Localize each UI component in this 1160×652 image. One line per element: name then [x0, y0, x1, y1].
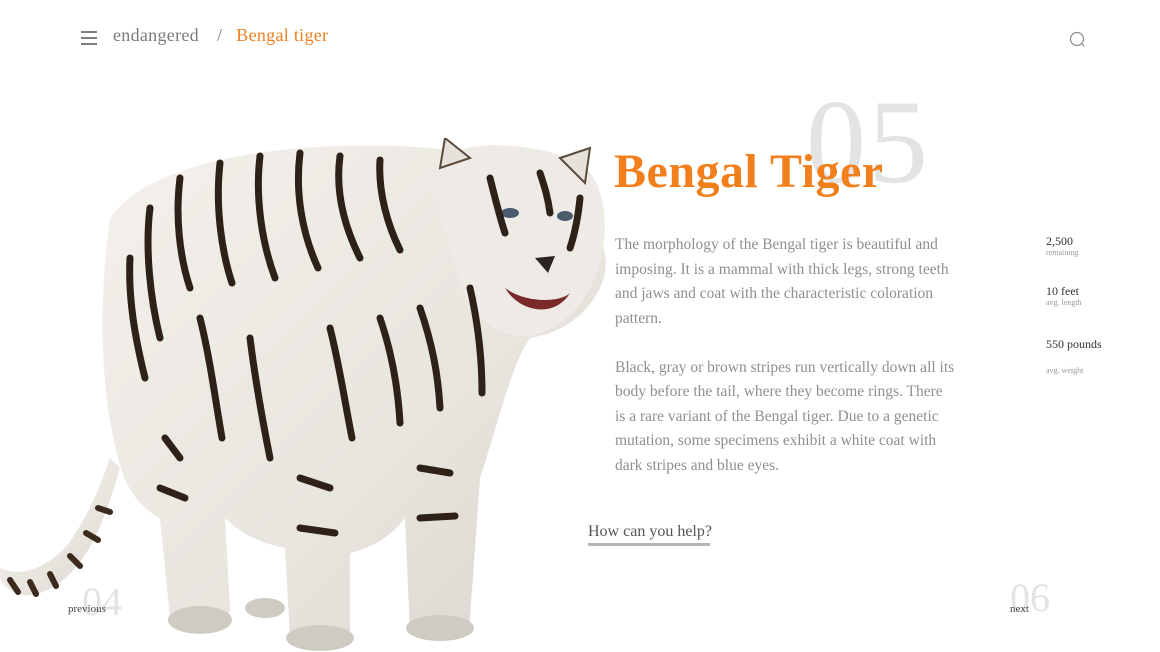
stat-label: avg. length: [1046, 298, 1082, 307]
stat-remaining: 2,500 remaining: [1046, 234, 1078, 257]
stat-label: avg. weight: [1046, 366, 1084, 375]
page-title: Bengal Tiger: [614, 145, 884, 198]
search-icon[interactable]: [1068, 30, 1086, 48]
stat-value: 550 pounds: [1046, 337, 1102, 351]
how-can-you-help-link[interactable]: How can you help?: [588, 523, 712, 543]
stat-length: 10 feet avg. length: [1046, 284, 1082, 307]
hamburger-menu-icon[interactable]: [81, 29, 98, 46]
breadcrumb-parent-link[interactable]: endangered: [113, 25, 199, 45]
next-link[interactable]: next: [1010, 603, 1029, 615]
breadcrumb-separator: /: [216, 25, 223, 45]
description: The morphology of the Bengal tiger is be…: [615, 233, 955, 478]
stat-value: 10 feet: [1046, 284, 1079, 298]
stat-value: 2,500: [1046, 234, 1073, 248]
breadcrumb-current: Bengal tiger: [236, 25, 329, 45]
previous-link[interactable]: previous: [68, 603, 106, 615]
tiger-image: [0, 138, 606, 651]
stat-weight: 550 pounds avg. weight: [1046, 337, 1102, 375]
stat-label: remaining: [1046, 248, 1079, 257]
previous-number: 04: [82, 579, 122, 624]
description-paragraph: Black, gray or brown stripes run vertica…: [615, 358, 955, 474]
description-paragraph: The morphology of the Bengal tiger is be…: [615, 236, 949, 327]
help-link-underline: [588, 543, 710, 546]
breadcrumb: endangered / Bengal tiger: [113, 25, 328, 46]
